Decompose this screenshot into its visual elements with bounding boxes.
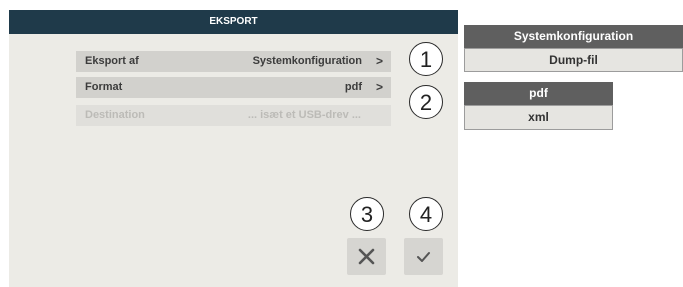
destination-row: Destination ... isæt et USB-drev ... (76, 105, 391, 126)
callout-4: 4 (409, 197, 443, 231)
destination-label: Destination (85, 109, 145, 121)
format-row[interactable]: Format pdf > (76, 77, 391, 98)
export-of-label: Eksport af (85, 55, 139, 67)
check-icon (417, 252, 430, 262)
export-of-value: Systemkonfiguration (252, 55, 362, 67)
dialog-title: EKSPORT (9, 10, 458, 34)
export-dialog: EKSPORT Eksport af Systemkonfiguration >… (9, 10, 458, 287)
option-dump-fil[interactable]: Dump-fil (464, 48, 683, 72)
option-xml[interactable]: xml (464, 105, 613, 130)
option-pdf[interactable]: pdf (464, 82, 613, 105)
option-systemkonfiguration[interactable]: Systemkonfiguration (464, 25, 683, 48)
chevron-right-icon: > (375, 54, 383, 68)
format-value: pdf (344, 81, 362, 93)
chevron-right-icon: > (375, 80, 383, 94)
callout-1: 1 (409, 42, 443, 76)
close-icon (358, 248, 375, 265)
callout-2: 2 (409, 85, 443, 119)
format-label: Format (85, 81, 123, 93)
callout-3: 3 (350, 197, 384, 231)
export-of-row[interactable]: Eksport af Systemkonfiguration > (76, 51, 391, 72)
destination-value: ... isæt et USB-drev ... (247, 109, 361, 121)
cancel-button[interactable] (347, 238, 386, 275)
confirm-button[interactable] (404, 238, 443, 275)
